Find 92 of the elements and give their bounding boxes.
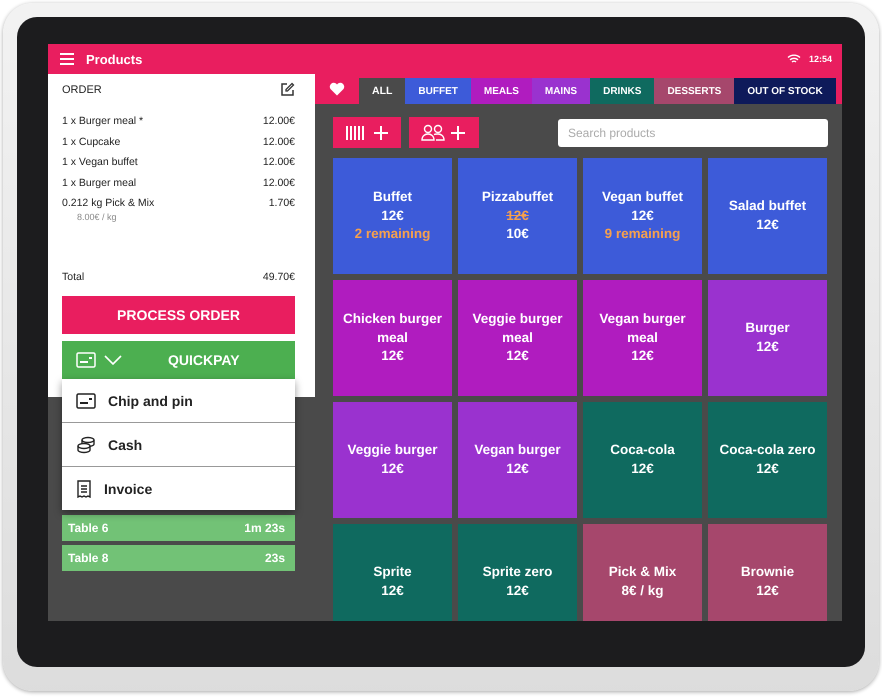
menu-icon[interactable]: [60, 53, 74, 65]
total-amount: 49.70€: [262, 271, 295, 284]
product-price: 12€: [506, 347, 529, 366]
category-tab[interactable]: DRINKS: [590, 78, 654, 104]
card-icon: [76, 392, 96, 408]
category-tab[interactable]: ALL: [359, 78, 406, 104]
product-price: 12€: [381, 347, 404, 366]
product-name: Brownie: [740, 563, 794, 582]
product-price: 12€: [631, 206, 654, 225]
barcode-add-button[interactable]: [333, 117, 401, 148]
order-item-price: 12.00€: [262, 176, 295, 189]
product-tile[interactable]: Vegan buffet 12€ 9 remaining: [583, 158, 702, 274]
order-item-price: 12.00€: [262, 156, 295, 168]
payment-option[interactable]: Chip and pin: [62, 379, 295, 423]
order-item-name: 0.212 kg Pick & Mix: [62, 197, 154, 210]
product-name: Buffet: [373, 188, 412, 206]
process-order-button[interactable]: PROCESS ORDER: [62, 296, 295, 334]
order-item-name: 1 x Cupcake: [62, 136, 120, 148]
product-tile[interactable]: Burger 12€: [708, 280, 827, 396]
product-tile[interactable]: Coca-cola zero 12€: [708, 402, 827, 518]
product-tile[interactable]: Salad buffet 12€: [708, 158, 827, 274]
product-name: Vegan buffet: [602, 188, 683, 206]
payment-option[interactable]: Cash: [62, 423, 295, 467]
product-tile[interactable]: Veggie burger meal 12€: [458, 280, 577, 396]
order-title: ORDER: [62, 84, 102, 96]
product-tile[interactable]: Sprite zero 12€: [458, 524, 577, 621]
product-name: Sprite: [373, 563, 412, 582]
wifi-icon: [786, 54, 801, 64]
order-item-name: 1 x Burger meal *: [62, 115, 144, 128]
product-price: 12€: [631, 347, 654, 366]
product-name: Sprite zero: [482, 563, 552, 582]
product-name: Veggie burger meal: [471, 310, 564, 347]
edit-icon[interactable]: [280, 82, 295, 97]
barcode-plus-icon: [345, 124, 389, 142]
users-plus-icon: [421, 122, 467, 142]
old-price: 12€: [506, 206, 529, 225]
product-price: 12€: [756, 460, 779, 478]
product-tile[interactable]: Brownie 12€: [708, 524, 827, 621]
stock-remaining: 9 remaining: [604, 225, 680, 244]
product-name: Salad buffet: [728, 197, 806, 216]
product-name: Burger: [745, 319, 790, 338]
category-tab[interactable]: OUT OF STOCK: [734, 78, 836, 104]
order-item-name: 1 x Vegan buffet: [62, 156, 138, 168]
receipt-icon: [76, 480, 92, 498]
screen-title: Products: [86, 52, 142, 66]
product-price: 10€: [506, 225, 529, 244]
category-tab[interactable]: DESSERTS: [654, 78, 734, 104]
stock-remaining: 2 remaining: [354, 225, 430, 244]
product-price: 12€: [506, 460, 529, 478]
product-name: Vegan burger meal: [598, 310, 687, 347]
product-tile[interactable]: Sprite 12€: [333, 524, 452, 621]
product-price: 12€: [506, 582, 529, 600]
clock-time: 12:54: [808, 54, 832, 64]
product-name: Pizzabuffet: [482, 188, 554, 206]
search-field[interactable]: Search products: [558, 118, 828, 146]
product-price: 12€: [756, 338, 779, 356]
product-name: Vegan burger: [474, 441, 561, 460]
category-tab[interactable]: MEALS: [470, 78, 532, 104]
product-name: Chicken burger meal: [342, 310, 442, 347]
product-tile[interactable]: Veggie burger 12€: [333, 402, 452, 518]
chevron-down-icon: [104, 355, 122, 365]
order-item-price: 12.00€: [262, 115, 295, 128]
product-price: 12€: [631, 460, 654, 478]
product-tile[interactable]: Vegan burger meal 12€: [583, 280, 702, 396]
product-price: 8€ / kg: [621, 582, 664, 600]
coins-icon: [76, 436, 96, 454]
product-price: 12€: [381, 460, 404, 478]
product-price: 12€: [756, 582, 779, 600]
category-tab[interactable]: MAINS: [532, 78, 590, 104]
order-item-price: 1.70€: [268, 197, 295, 210]
product-tile[interactable]: Buffet 12€ 2 remaining: [333, 158, 452, 274]
total-label: Total: [62, 271, 84, 284]
unit-price: 8.00€ / kg: [76, 212, 118, 222]
product-name: Pick & Mix: [608, 563, 676, 582]
product-tile[interactable]: Pizzabuffet 12€ 10€: [458, 158, 577, 274]
order-item-price: 12.00€: [262, 136, 295, 148]
product-tile[interactable]: Coca-cola 12€: [583, 402, 702, 518]
product-name: Coca-cola zero: [719, 441, 816, 460]
product-price: 12€: [381, 582, 404, 600]
order-item-name: 1 x Burger meal: [62, 176, 136, 189]
category-tab[interactable]: BUFFET: [405, 78, 471, 104]
card-icon: [76, 352, 96, 368]
add-customer-button[interactable]: [409, 117, 479, 148]
product-tile[interactable]: Chicken burger meal 12€: [333, 280, 452, 396]
heart-icon: [329, 82, 345, 96]
product-name: Coca-cola: [610, 441, 675, 460]
product-price: 12€: [381, 206, 404, 225]
product-name: Veggie burger: [347, 441, 438, 460]
product-tile[interactable]: Vegan burger 12€: [458, 402, 577, 518]
payment-option[interactable]: Invoice: [62, 467, 295, 510]
product-price: 12€: [756, 216, 779, 234]
product-tile[interactable]: Pick & Mix 8€ / kg: [583, 524, 702, 621]
